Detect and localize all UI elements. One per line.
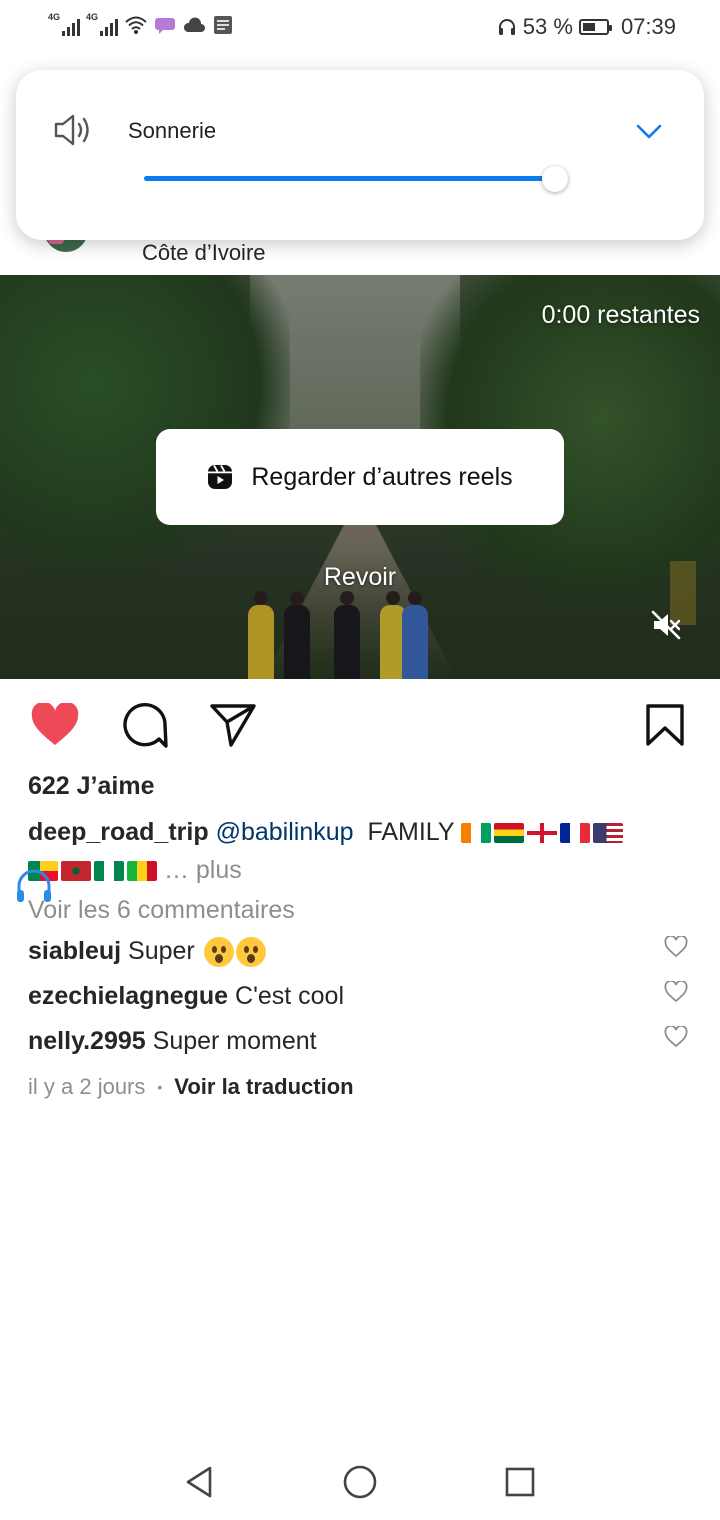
post-timestamp: il y a 2 jours bbox=[28, 1074, 146, 1099]
watch-more-reels-label: Regarder d’autres reels bbox=[251, 462, 513, 491]
comment-text: Super bbox=[128, 937, 195, 965]
view-all-comments-link[interactable]: Voir les 6 commentaires bbox=[28, 896, 295, 925]
comment-item: ezechielagnegue C'est cool bbox=[28, 982, 648, 1011]
flag-morocco bbox=[61, 861, 91, 882]
recents-icon[interactable] bbox=[500, 1462, 540, 1502]
home-icon[interactable] bbox=[340, 1462, 380, 1502]
clock: 07:39 bbox=[620, 14, 676, 39]
comment-username[interactable]: siableuj bbox=[28, 937, 121, 965]
time-remaining: 0:00 restantes bbox=[541, 301, 700, 329]
volume-slider-track[interactable] bbox=[144, 176, 568, 181]
bookmark-icon bbox=[646, 704, 684, 746]
comment-icon bbox=[123, 703, 168, 748]
astonished-emoji bbox=[203, 937, 234, 968]
post-caption: deep_road_trip @babilinkup FAMILY … plus bbox=[28, 813, 678, 889]
save-button[interactable] bbox=[640, 700, 690, 750]
flag-cote-divoire bbox=[461, 823, 491, 844]
battery-percent: 53 % bbox=[522, 14, 573, 39]
comment-item: siableuj Super bbox=[28, 937, 648, 968]
cloud-icon bbox=[183, 17, 205, 32]
muted-icon[interactable] bbox=[650, 609, 682, 641]
comment-username[interactable]: ezechielagnegue bbox=[28, 982, 228, 1010]
comment-like-icon[interactable] bbox=[664, 1026, 688, 1048]
watch-more-reels-button[interactable]: Regarder d’autres reels bbox=[156, 429, 564, 525]
flag-usa bbox=[593, 823, 623, 844]
meta-separator: • bbox=[157, 1079, 163, 1095]
caption-mention[interactable]: @babilinkup bbox=[216, 818, 354, 846]
comment-item: nelly.2995 Super moment bbox=[28, 1027, 648, 1056]
battery-icon bbox=[578, 19, 612, 35]
astonished-emoji bbox=[235, 937, 266, 968]
status-icons-right: 53 % 07:39 bbox=[497, 14, 676, 40]
comment-button[interactable] bbox=[120, 700, 170, 750]
like-button[interactable] bbox=[30, 700, 80, 750]
send-icon bbox=[210, 704, 256, 747]
heart-icon bbox=[31, 703, 79, 745]
comment-like-icon[interactable] bbox=[664, 981, 688, 1003]
flag-ghana bbox=[494, 823, 524, 844]
comment-username[interactable]: nelly.2995 bbox=[28, 1027, 146, 1055]
video-player[interactable]: 0:00 restantes Regarder d’autres reels R… bbox=[0, 275, 720, 679]
flag-mali bbox=[127, 861, 157, 882]
system-navigation-bar bbox=[0, 1440, 720, 1520]
status-bar: 4G 4G 53 % 07:39 bbox=[0, 0, 720, 56]
wifi-icon bbox=[125, 16, 147, 34]
post-location[interactable]: Côte d’Ivoire bbox=[142, 240, 266, 266]
volume-panel: Sonnerie bbox=[16, 70, 704, 240]
post-meta: il y a 2 jours • Voir la traduction bbox=[28, 1074, 354, 1100]
replay-button[interactable]: Revoir bbox=[0, 563, 720, 592]
mobile-signal-icon-2: 4G bbox=[86, 12, 118, 36]
flag-nigeria bbox=[94, 861, 124, 882]
chevron-down-icon[interactable] bbox=[634, 116, 664, 146]
volume-stream-label: Sonnerie bbox=[128, 118, 217, 143]
network-type-label-2: 4G bbox=[86, 12, 99, 22]
mobile-signal-icon: 4G bbox=[48, 12, 80, 36]
back-icon[interactable] bbox=[180, 1462, 220, 1502]
headset-icon bbox=[498, 19, 515, 35]
caption-text: FAMILY bbox=[367, 818, 455, 846]
volume-slider-thumb[interactable] bbox=[542, 166, 569, 192]
comment-text: Super moment bbox=[152, 1027, 317, 1055]
network-type-label: 4G bbox=[48, 12, 61, 22]
flag-emojis bbox=[461, 823, 623, 844]
flag-france bbox=[560, 823, 590, 844]
comment-like-icon[interactable] bbox=[664, 936, 688, 958]
share-button[interactable] bbox=[208, 700, 258, 750]
status-icons-left: 4G 4G bbox=[48, 12, 234, 36]
app-notification-icon bbox=[214, 16, 232, 34]
caption-username[interactable]: deep_road_trip bbox=[28, 818, 209, 846]
post-actions bbox=[0, 700, 720, 752]
likes-count[interactable]: 622 J’aime bbox=[28, 772, 155, 801]
comment-text: C'est cool bbox=[235, 982, 345, 1010]
reels-icon bbox=[208, 465, 233, 489]
speaker-icon[interactable] bbox=[52, 112, 96, 148]
message-notification-icon bbox=[155, 18, 175, 34]
flag-england bbox=[527, 823, 557, 844]
see-translation-link[interactable]: Voir la traduction bbox=[174, 1074, 353, 1100]
caption-more-link[interactable]: … plus bbox=[164, 856, 242, 884]
